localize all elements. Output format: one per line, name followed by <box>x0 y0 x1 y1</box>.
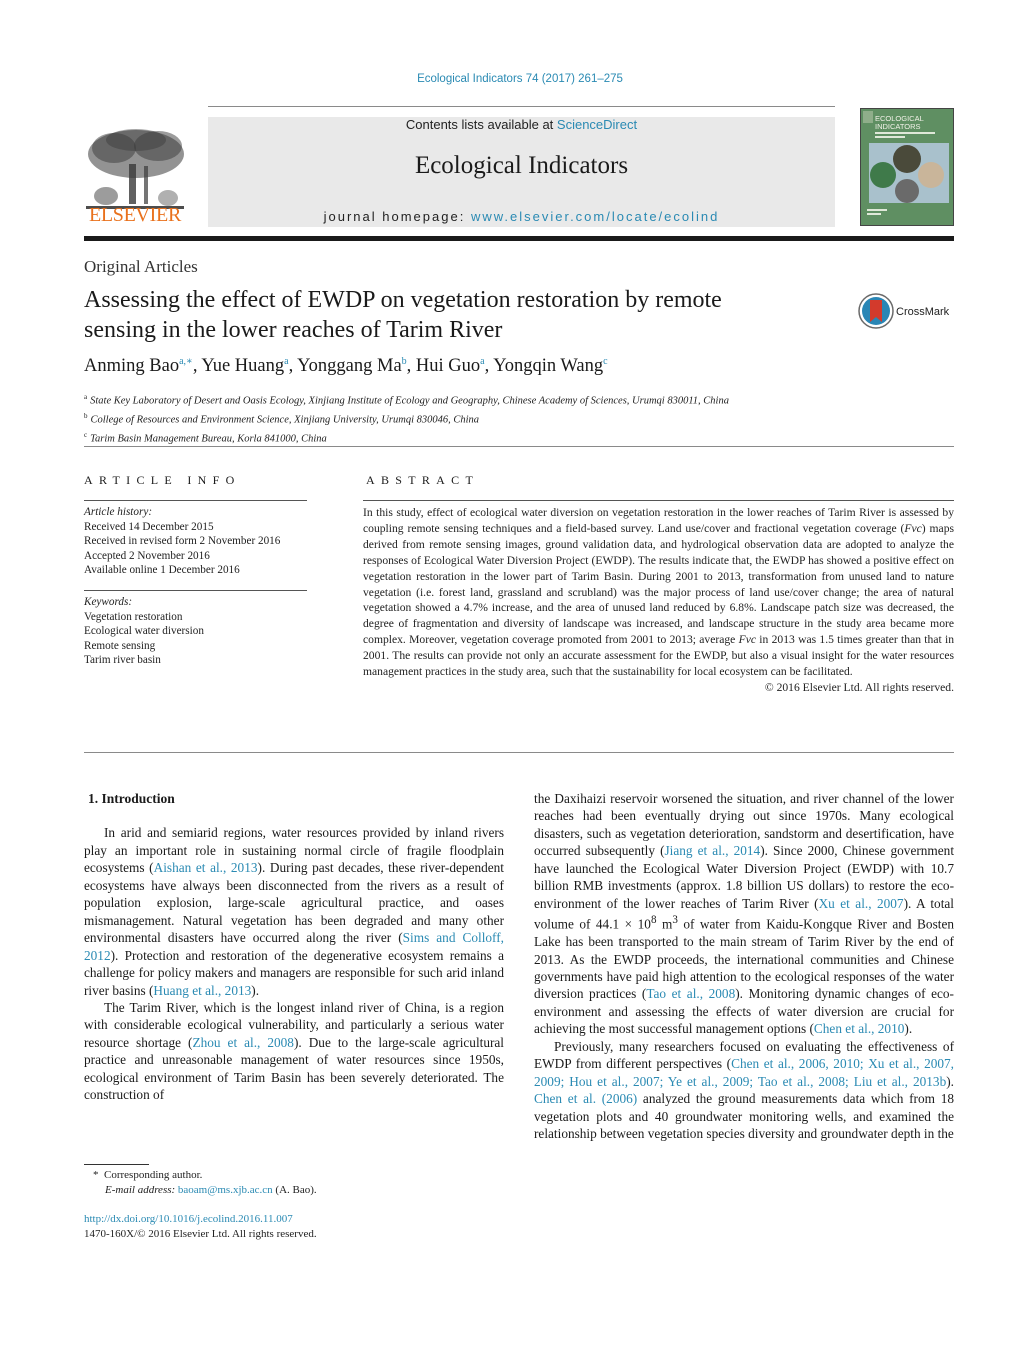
citation-link[interactable]: Xu et al., 2007 <box>819 896 904 911</box>
issn-copyright: 1470-160X/© 2016 Elsevier Ltd. All right… <box>84 1228 317 1240</box>
article-history: Article history: Received 14 December 20… <box>84 506 281 576</box>
author[interactable]: Yonggang Mab <box>297 356 407 376</box>
header-divider <box>208 106 835 107</box>
keywords: Keywords: Vegetation restoration Ecologi… <box>84 596 204 666</box>
contents-availability: Contents lists available at ScienceDirec… <box>405 117 638 132</box>
affiliations: a State Key Laboratory of Desert and Oasi… <box>84 390 729 446</box>
history-item: Received in revised form 2 November 2016 <box>84 535 281 547</box>
journal-homepage-link[interactable]: www.elsevier.com/locate/ecolind <box>471 209 719 224</box>
sciencedirect-link[interactable]: ScienceDirect <box>557 117 637 132</box>
affiliation: b College of Resources and Environment Sc… <box>84 411 480 426</box>
header-thick-divider <box>84 236 954 241</box>
section-heading: 1. Introduction <box>88 791 175 806</box>
keyword: Vegetation restoration <box>84 610 183 623</box>
doi-block: http://dx.doi.org/10.1016/j.ecolind.2016… <box>84 1212 317 1242</box>
divider <box>363 500 954 501</box>
paragraph-continued: the Daxihaizi reservoir worsened the sit… <box>534 791 955 1037</box>
citation-link[interactable]: Chen et al. (2006) <box>534 1091 637 1106</box>
citation-link[interactable]: Zhou et al., 2008 <box>192 1035 293 1050</box>
keyword: Ecological water diversion <box>84 625 204 637</box>
affiliation: a State Key Laboratory of Desert and Oasi… <box>84 393 729 407</box>
history-item: Accepted 2 November 2016 <box>84 549 210 562</box>
citation-link[interactable]: Aishan et al., 2013 <box>154 860 258 875</box>
corresponding-author-footnote: * Corresponding author. E-mail address: … <box>93 1169 317 1196</box>
journal-homepage: journal homepage: www.elsevier.com/locat… <box>323 209 720 224</box>
abstract-copyright: © 2016 Elsevier Ltd. All rights reserved… <box>764 680 954 694</box>
abstract-heading: ABSTRACT <box>366 473 480 487</box>
body-column-left: 1. Introduction In arid and semiarid reg… <box>84 790 504 1104</box>
paragraph: The Tarim River, which is the longest in… <box>84 999 504 1103</box>
doi-link[interactable]: http://dx.doi.org/10.1016/j.ecolind.2016… <box>84 1212 317 1227</box>
citation-link[interactable]: Chen et al., 2010 <box>814 1021 904 1036</box>
journal-reference[interactable]: Ecological Indicators 74 (2017) 261–275 <box>0 73 1020 85</box>
paragraph: Previously, many researchers focused on … <box>534 1038 954 1142</box>
paragraph: In arid and semiarid regions, water reso… <box>84 825 504 998</box>
journal-cover-thumbnail[interactable]: ECOLOGICAL INDICATORS <box>860 108 954 226</box>
journal-title: Ecological Indicators <box>414 152 629 179</box>
author[interactable]: Anming Baoa,∗ <box>84 356 193 376</box>
citation-link[interactable]: Tao et al., 2008 <box>646 986 735 1001</box>
svg-text:INDICATORS: INDICATORS <box>875 122 921 131</box>
journal-reference-link[interactable]: Ecological Indicators 74 (2017) 261–275 <box>417 73 623 85</box>
crossmark-button[interactable]: CrossMark <box>858 292 958 330</box>
author[interactable]: Hui Guoa <box>416 356 485 376</box>
citation-link[interactable]: Huang et al., 2013 <box>153 983 251 998</box>
citation-link[interactable]: Jiang et al., 2014 <box>665 843 761 858</box>
affiliation: c Tarim Basin Management Bureau, Korla 84… <box>84 430 327 445</box>
email-link[interactable]: baoam@ms.xjb.ac.cn <box>178 1184 273 1196</box>
journal-cover-image-icon: ECOLOGICAL INDICATORS <box>861 109 953 225</box>
history-item: Received 14 December 2015 <box>84 520 214 533</box>
keyword: Tarim river basin <box>84 654 161 666</box>
footnote-divider <box>84 1164 149 1165</box>
divider <box>84 500 307 501</box>
keyword: Remote sensing <box>84 639 156 652</box>
svg-text:CrossMark: CrossMark <box>896 306 950 318</box>
history-item: Available online 1 December 2016 <box>84 564 240 576</box>
author[interactable]: Yue Huanga <box>201 356 288 376</box>
article-section-type: Original Articles <box>84 257 198 276</box>
author-list: Anming Baoa,∗, Yue Huanga, Yonggang Mab,… <box>84 356 608 377</box>
article-title: Assessing the effect of EWDP on vegetati… <box>84 287 722 343</box>
elsevier-wordmark: ELSEVIER <box>88 204 182 226</box>
body-column-right: the Daxihaizi reservoir worsened the sit… <box>534 790 954 1142</box>
crossmark-icon <box>858 293 894 329</box>
divider <box>84 446 954 447</box>
abstract-body: In this study, effect of ecological wate… <box>363 506 955 694</box>
divider <box>84 752 954 753</box>
article-info-heading: ARTICLE INFO <box>84 473 241 487</box>
author[interactable]: Yongqin Wangc <box>493 356 607 376</box>
divider <box>84 590 307 591</box>
